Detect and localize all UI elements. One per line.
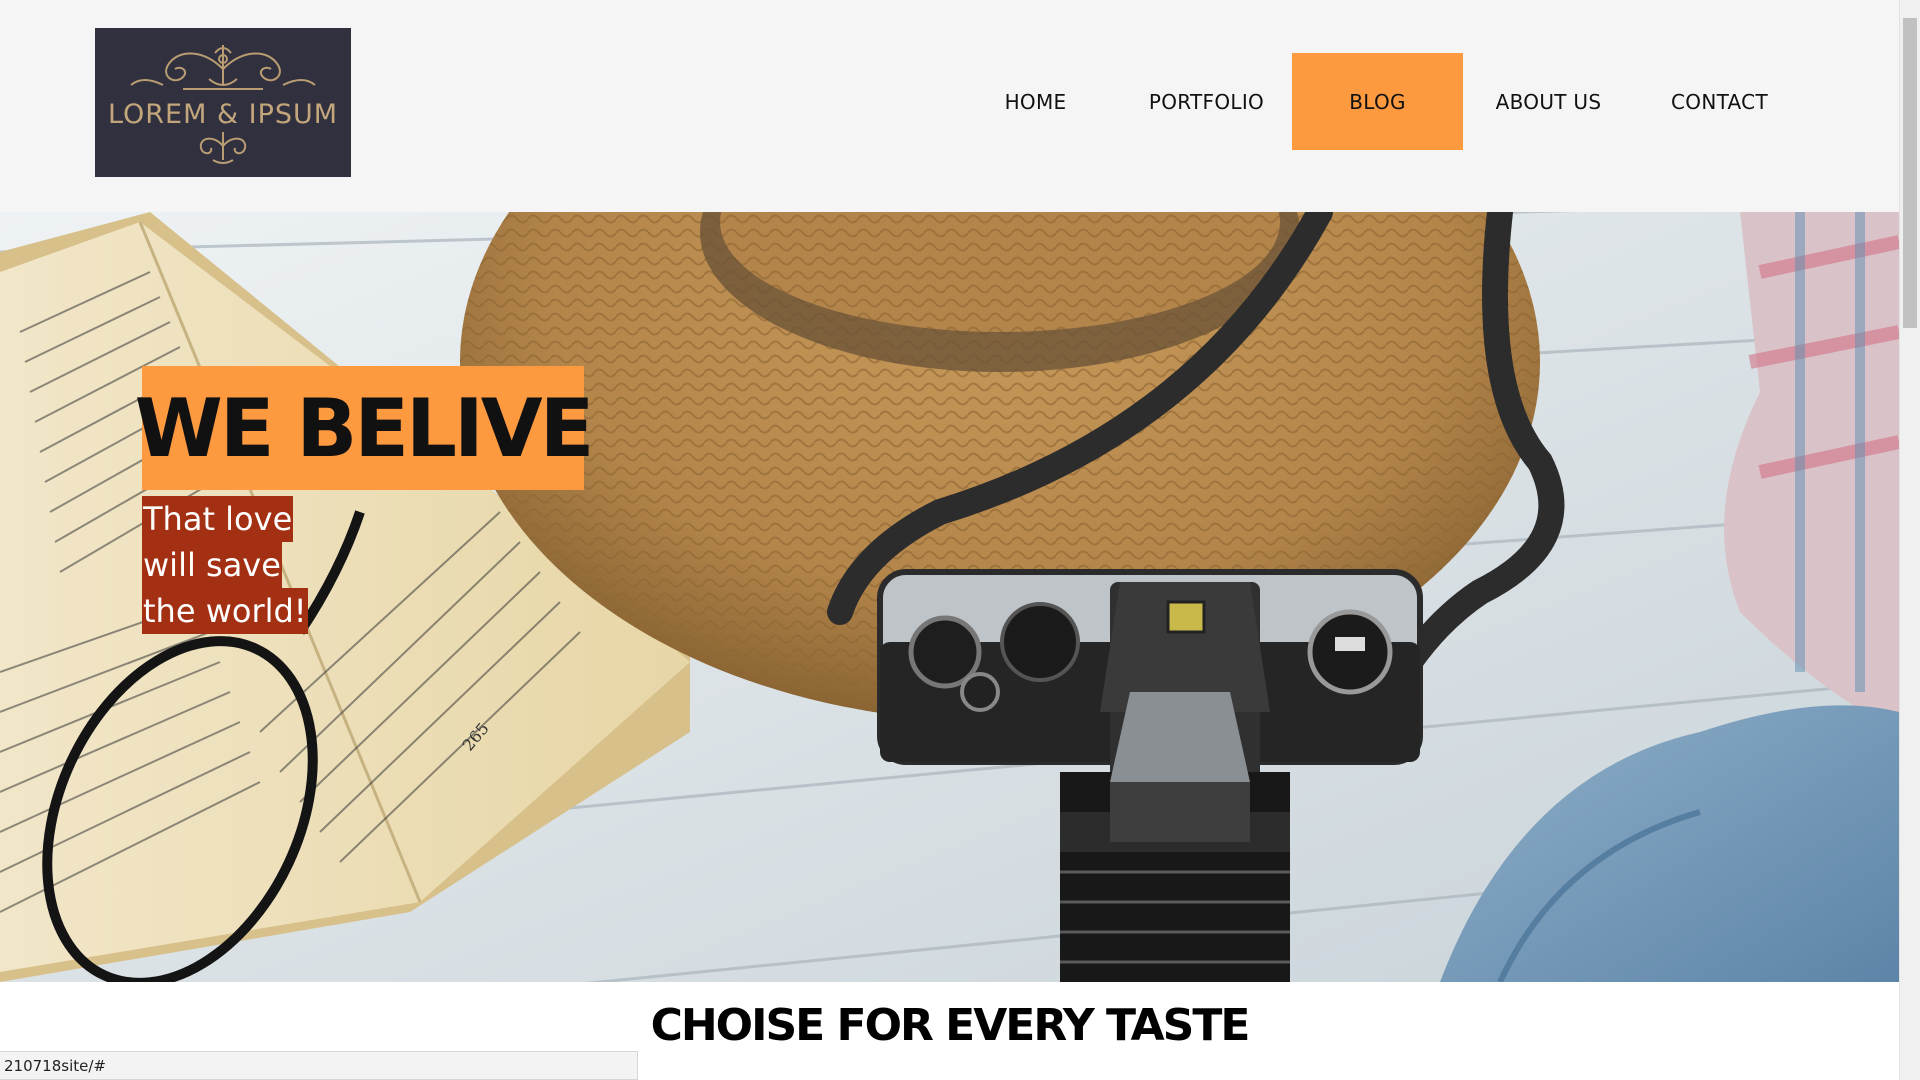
ornament-bottom-icon xyxy=(199,132,247,164)
nav-contact[interactable]: CONTACT xyxy=(1634,53,1805,150)
hero-title-box: WE BELIVE xyxy=(135,366,594,490)
ornament-icon xyxy=(130,45,316,90)
hero-subtitle-line: That love xyxy=(142,496,294,542)
hero-subtitle: That love will save the world! xyxy=(142,496,308,634)
hero-banner: 265 WE BELIVE That love will save the wo… xyxy=(0,212,1899,982)
scrollbar-thumb[interactable] xyxy=(1903,18,1917,328)
page: LOREM & IPSUM HOME PORTFOLIO BLOG ABOUT … xyxy=(0,0,1920,1080)
vertical-scrollbar[interactable] xyxy=(1899,0,1920,1080)
logo-text: LOREM & IPSUM xyxy=(107,99,339,130)
nav-about-us[interactable]: ABOUT US xyxy=(1463,53,1634,150)
hero-title: WE BELIVE xyxy=(134,381,595,475)
section-title: CHOISE FOR EVERY TASTE xyxy=(650,1000,1251,1051)
hero-subtitle-line: will save xyxy=(142,542,282,588)
nav-portfolio[interactable]: PORTFOLIO xyxy=(1121,53,1292,150)
status-bar-url: 210718site/# xyxy=(0,1051,638,1080)
logo[interactable]: LOREM & IPSUM xyxy=(95,28,351,177)
nav-blog[interactable]: BLOG xyxy=(1292,53,1463,150)
main-nav: HOME PORTFOLIO BLOG ABOUT US CONTACT xyxy=(950,53,1805,150)
nav-home[interactable]: HOME xyxy=(950,53,1121,150)
site-header: LOREM & IPSUM HOME PORTFOLIO BLOG ABOUT … xyxy=(0,0,1899,212)
hero-subtitle-line: the world! xyxy=(142,588,308,634)
